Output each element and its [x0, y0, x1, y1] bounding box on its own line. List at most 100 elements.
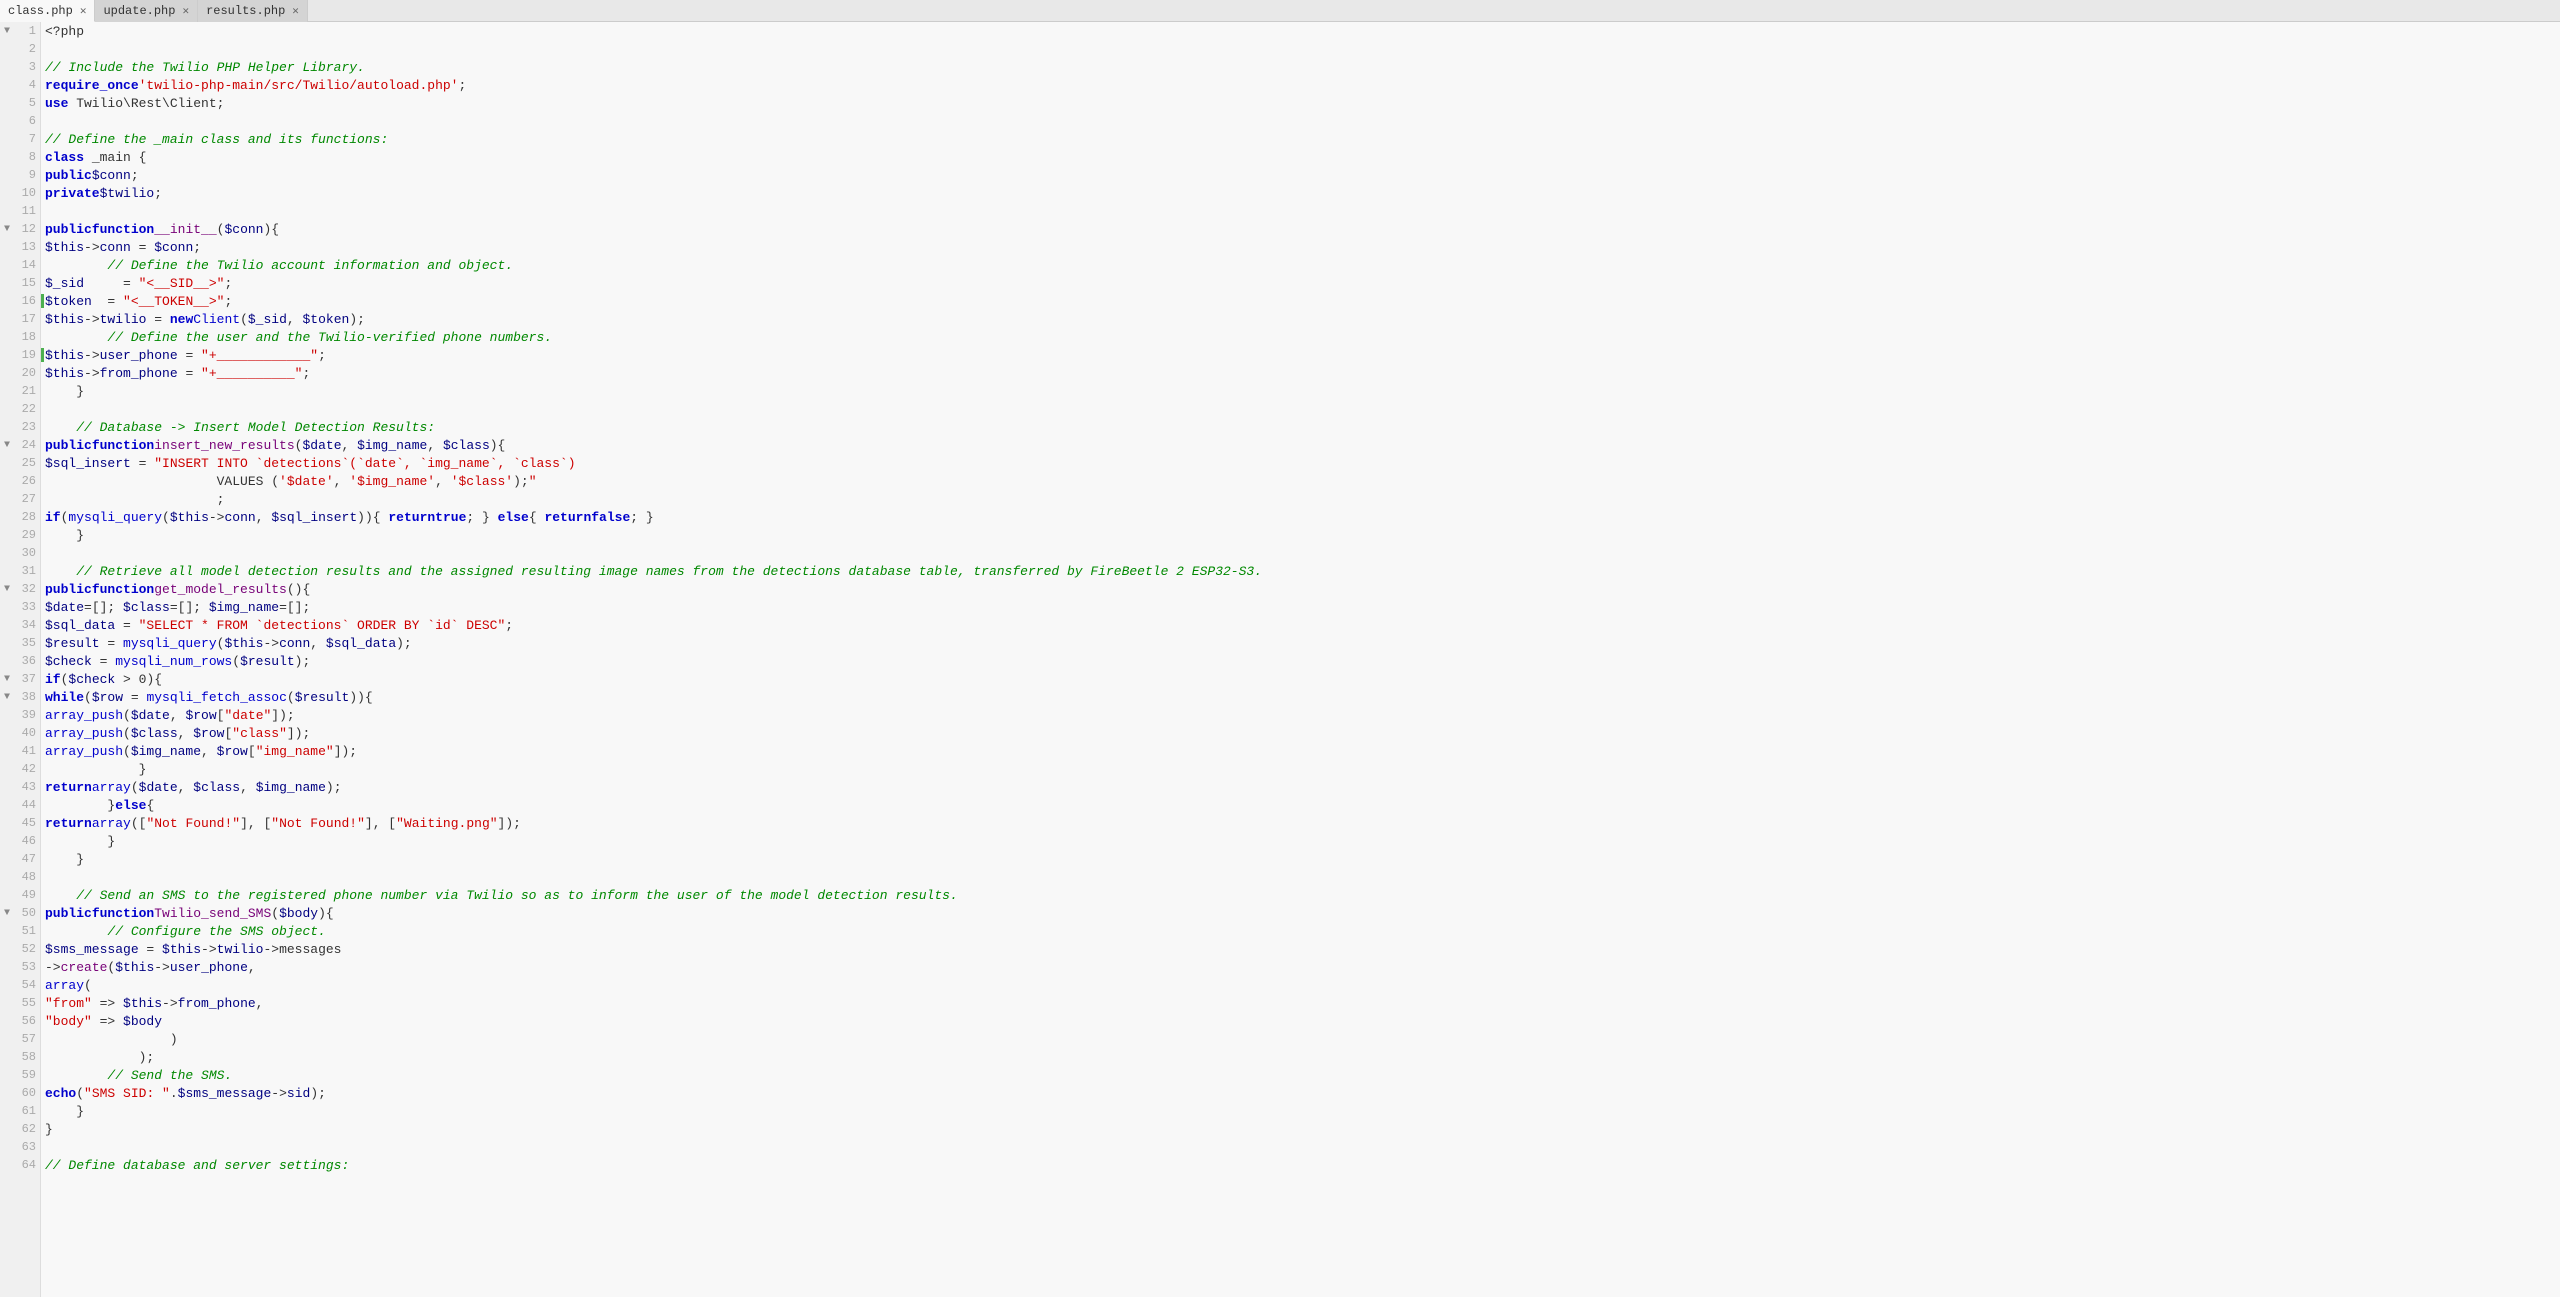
code-line: $this->user_phone = "+____________"; — [41, 346, 2560, 364]
gutter-row: 28 — [0, 508, 40, 526]
line-number: 61 — [14, 1104, 40, 1118]
fold-icon — [0, 760, 14, 778]
code-line: require_once 'twilio-php-main/src/Twilio… — [41, 76, 2560, 94]
fold-icon — [0, 958, 14, 976]
line-number: 34 — [14, 618, 40, 632]
gutter-row: 4 — [0, 76, 40, 94]
line-number: 26 — [14, 474, 40, 488]
line-number: 50 — [14, 906, 40, 920]
line-number: 37 — [14, 672, 40, 686]
line-number: 4 — [14, 78, 40, 92]
code-line: $sql_insert = "INSERT INTO `detections`(… — [41, 454, 2560, 472]
fold-icon — [0, 976, 14, 994]
tab-class-php[interactable]: class.php ✕ — [0, 0, 95, 22]
fold-icon — [0, 508, 14, 526]
close-icon-update[interactable]: ✕ — [182, 4, 189, 18]
fold-icon[interactable]: ▼ — [0, 670, 14, 688]
gutter-row: ▼32 — [0, 580, 40, 598]
code-line: $sql_data = "SELECT * FROM `detections` … — [41, 616, 2560, 634]
line-number: 28 — [14, 510, 40, 524]
gutter-row: ▼1 — [0, 22, 40, 40]
gutter-row: 57 — [0, 1030, 40, 1048]
fold-icon — [0, 634, 14, 652]
line-number: 60 — [14, 1086, 40, 1100]
fold-icon — [0, 382, 14, 400]
tab-bar: class.php ✕ update.php ✕ results.php ✕ — [0, 0, 2560, 22]
gutter-row: 15 — [0, 274, 40, 292]
tab-results-php[interactable]: results.php ✕ — [198, 0, 308, 22]
code-line: $date=[]; $class=[]; $img_name=[]; — [41, 598, 2560, 616]
code-line: // Define the user and the Twilio-verifi… — [41, 328, 2560, 346]
fold-icon — [0, 886, 14, 904]
line-number: 3 — [14, 60, 40, 74]
fold-icon — [0, 1066, 14, 1084]
fold-icon — [0, 922, 14, 940]
line-number: 47 — [14, 852, 40, 866]
gutter-row: 26 — [0, 472, 40, 490]
fold-icon — [0, 526, 14, 544]
fold-icon[interactable]: ▼ — [0, 580, 14, 598]
gutter-row: 5 — [0, 94, 40, 112]
fold-icon[interactable]: ▼ — [0, 688, 14, 706]
fold-icon — [0, 616, 14, 634]
gutter-row: 13 — [0, 238, 40, 256]
code-line: } — [41, 526, 2560, 544]
gutter-row: 61 — [0, 1102, 40, 1120]
code-line: use Twilio\Rest\Client; — [41, 94, 2560, 112]
line-number: 59 — [14, 1068, 40, 1082]
code-line: public function Twilio_send_SMS($body){ — [41, 904, 2560, 922]
gutter-row: ▼37 — [0, 670, 40, 688]
line-number: 29 — [14, 528, 40, 542]
fold-icon — [0, 1102, 14, 1120]
gutter-row: 46 — [0, 832, 40, 850]
fold-icon — [0, 328, 14, 346]
line-number: 13 — [14, 240, 40, 254]
line-number: 21 — [14, 384, 40, 398]
line-number: 25 — [14, 456, 40, 470]
code-line: } — [41, 760, 2560, 778]
fold-icon — [0, 346, 14, 364]
line-number: 1 — [14, 24, 40, 38]
gutter-row: 33 — [0, 598, 40, 616]
gutter-row: 49 — [0, 886, 40, 904]
gutter-row: ▼24 — [0, 436, 40, 454]
fold-icon[interactable]: ▼ — [0, 220, 14, 238]
close-icon-results[interactable]: ✕ — [292, 4, 299, 18]
fold-icon — [0, 490, 14, 508]
fold-icon — [0, 364, 14, 382]
code-line: $check = mysqli_num_rows($result); — [41, 652, 2560, 670]
line-number: 31 — [14, 564, 40, 578]
code-line: ; — [41, 490, 2560, 508]
gutter-row: ▼38 — [0, 688, 40, 706]
code-line: public function insert_new_results($date… — [41, 436, 2560, 454]
line-number: 39 — [14, 708, 40, 722]
fold-icon — [0, 184, 14, 202]
close-icon-class[interactable]: ✕ — [80, 4, 87, 18]
line-number: 20 — [14, 366, 40, 380]
gutter-row: 8 — [0, 148, 40, 166]
code-line: ) — [41, 1030, 2560, 1048]
code-line: class _main { — [41, 148, 2560, 166]
gutter-row: 51 — [0, 922, 40, 940]
line-number: 33 — [14, 600, 40, 614]
line-number: 41 — [14, 744, 40, 758]
fold-icon[interactable]: ▼ — [0, 904, 14, 922]
line-number: 18 — [14, 330, 40, 344]
gutter-row: 22 — [0, 400, 40, 418]
fold-icon — [0, 202, 14, 220]
tab-update-php[interactable]: update.php ✕ — [95, 0, 198, 22]
line-number: 45 — [14, 816, 40, 830]
code-line: <?php — [41, 22, 2560, 40]
fold-icon — [0, 238, 14, 256]
code-line: array_push($img_name, $row["img_name"]); — [41, 742, 2560, 760]
fold-icon — [0, 742, 14, 760]
code-area[interactable]: <?php// Include the Twilio PHP Helper Li… — [41, 22, 2560, 1297]
fold-icon[interactable]: ▼ — [0, 22, 14, 40]
fold-icon[interactable]: ▼ — [0, 436, 14, 454]
gutter-row: 10 — [0, 184, 40, 202]
line-number: 48 — [14, 870, 40, 884]
code-line: array_push($class, $row["class"]); — [41, 724, 2560, 742]
gutter-row: 14 — [0, 256, 40, 274]
code-line — [41, 1138, 2560, 1156]
line-number: 27 — [14, 492, 40, 506]
